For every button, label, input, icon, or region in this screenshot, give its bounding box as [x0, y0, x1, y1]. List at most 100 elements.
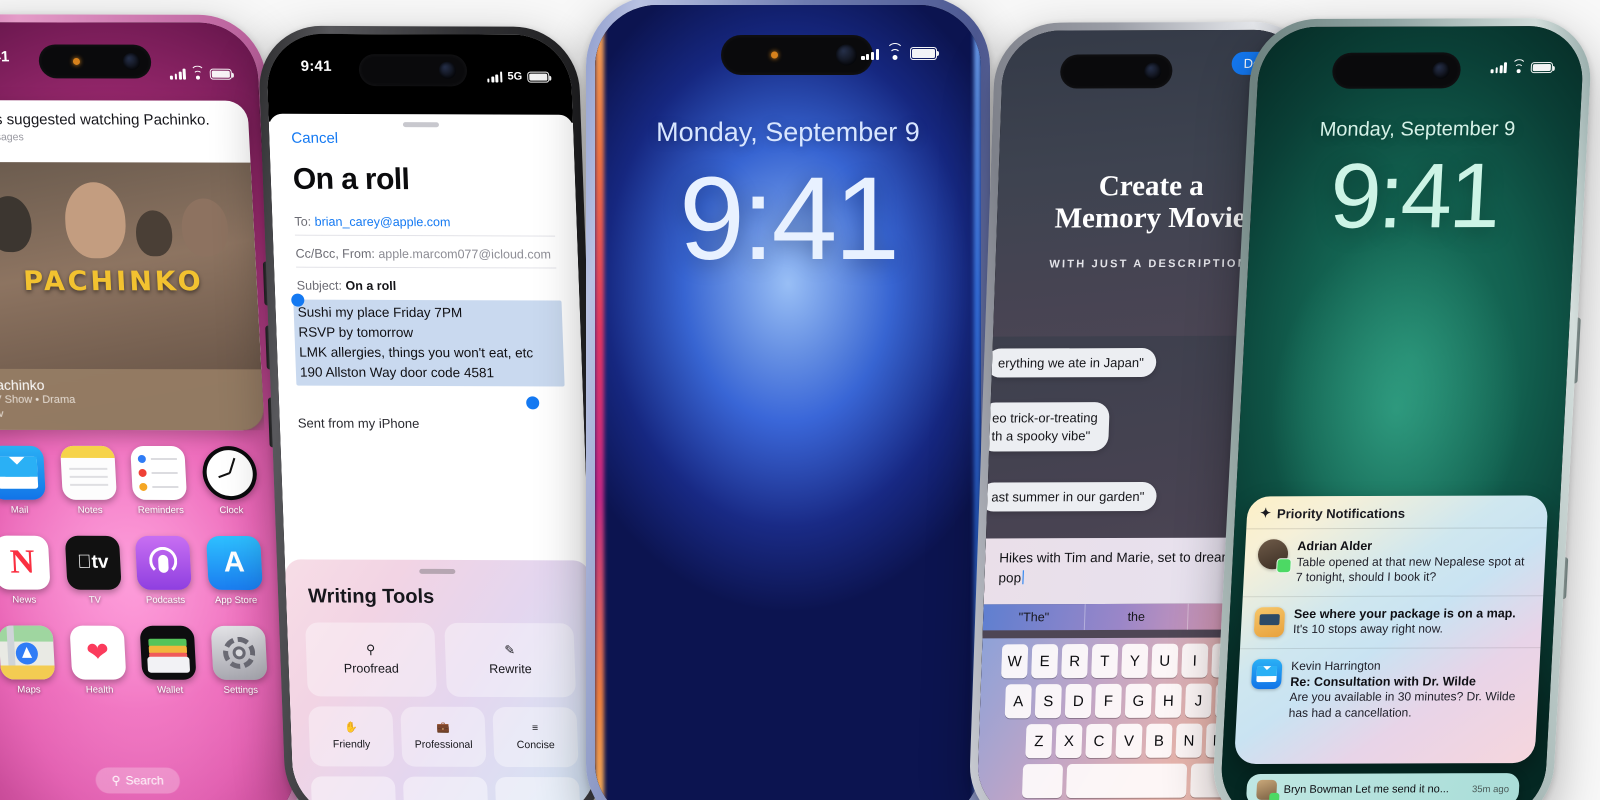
camera-indicator-dot	[72, 57, 80, 65]
phone2-screen: 9:41 5G Cancel On a roll To: brian_carey…	[265, 33, 599, 800]
notification-item[interactable]: Adrian Alder Table opened at that new Ne…	[1242, 528, 1547, 598]
mail-subject-row[interactable]: Subject: On a roll	[297, 279, 558, 300]
app-icon-tv[interactable]: tv TV	[56, 535, 130, 606]
priority-notifications-card[interactable]: ✦ Priority Notifications Adrian Alder Ta…	[1233, 495, 1549, 765]
key-T[interactable]: T	[1091, 643, 1119, 678]
cellular-bars-icon	[170, 68, 187, 80]
key-A[interactable]: A	[1004, 684, 1032, 719]
messages-badge-icon	[1276, 558, 1292, 574]
phone5-frame: Monday, September 9 9:41 ✦ Priority Noti…	[1210, 17, 1594, 800]
mail-body[interactable]: Sushi my place Friday 7PM RSVP by tomorr…	[275, 293, 584, 432]
key-V[interactable]: V	[1115, 723, 1143, 758]
notification-sender: Kevin Harrington	[1290, 658, 1382, 674]
extra-tool-button[interactable]	[402, 776, 489, 800]
key-D[interactable]: D	[1064, 683, 1092, 719]
cancel-button[interactable]: Cancel	[291, 130, 552, 148]
phone1-bezel: 9:41 Luis suggested watching Pachinko. M…	[0, 22, 298, 800]
concise-button[interactable]: ≡ Concise	[492, 706, 579, 768]
rewrite-label: Rewrite	[488, 661, 532, 676]
suggestion-bubble[interactable]: erything we ate in Japan"	[985, 348, 1157, 378]
professional-label: Professional	[414, 738, 473, 751]
reminders-icon	[130, 445, 188, 501]
app-label: Maps	[17, 684, 41, 696]
widget-title: Pachinko	[0, 376, 45, 393]
professional-button[interactable]: 💼 Professional	[400, 706, 487, 767]
phone3-bezel: Monday, September 9 9:41	[595, 5, 981, 800]
app-label: App Store	[214, 594, 258, 606]
key-G[interactable]: G	[1124, 683, 1152, 718]
prediction-option[interactable]: the	[1085, 603, 1189, 631]
app-icon-podcasts[interactable]: Podcasts	[127, 535, 201, 606]
battery-icon	[209, 68, 233, 80]
settings-icon	[210, 625, 268, 680]
extra-tool-button[interactable]	[494, 776, 581, 800]
artwork-figure	[0, 196, 33, 253]
suggestion-bubble[interactable]: eo trick-or-treating th a spooky vibe"	[978, 402, 1111, 452]
key-H[interactable]: H	[1154, 683, 1182, 718]
battery-icon	[910, 47, 940, 60]
app-icon-clock[interactable]: Clock	[193, 446, 267, 516]
key-X[interactable]: X	[1055, 723, 1083, 759]
app-label: Notes	[77, 504, 103, 516]
collapsed-notification[interactable]: Bryn Bowman Let me send it no... 35m ago	[1245, 773, 1520, 800]
notifications-header-label: Priority Notifications	[1276, 505, 1406, 521]
proofread-button[interactable]: ⚲ Proofread	[305, 622, 437, 697]
mail-to-row[interactable]: To: brian_carey@apple.com	[294, 214, 556, 237]
numbers-key[interactable]	[1021, 764, 1064, 799]
dynamic-island	[721, 35, 873, 75]
rewrite-button[interactable]: ✎ Rewrite	[444, 622, 577, 698]
key-I[interactable]: I	[1181, 643, 1209, 678]
app-icon-settings[interactable]: Settings	[202, 625, 276, 696]
key-R[interactable]: R	[1061, 644, 1089, 679]
amazon-app-icon	[1253, 606, 1286, 637]
key-C[interactable]: C	[1085, 723, 1113, 758]
app-icon-maps[interactable]: Maps	[0, 625, 65, 695]
key-F[interactable]: F	[1094, 683, 1122, 718]
selection-handle-end[interactable]	[525, 396, 540, 410]
lock-screen-date: Monday, September 9	[1319, 118, 1516, 141]
suggestion-bubble[interactable]: ast summer in our garden"	[978, 481, 1157, 512]
health-icon: ❤	[69, 625, 127, 680]
key-S[interactable]: S	[1034, 684, 1062, 719]
network-type-label: 5G	[507, 70, 523, 83]
notification-item[interactable]: Kevin Harrington Re: Consultation with D…	[1236, 648, 1541, 731]
app-icon-news[interactable]: N News	[0, 535, 60, 606]
search-button[interactable]: ⚲ Search	[95, 767, 181, 794]
body-line: RSVP by tomorrow	[298, 324, 414, 340]
key-N[interactable]: N	[1175, 723, 1203, 758]
app-icon-health[interactable]: ❤ Health	[61, 625, 135, 696]
mail-icon	[0, 445, 47, 500]
artwork-figure	[63, 182, 128, 259]
app-icon-reminders[interactable]: Reminders	[122, 445, 196, 516]
key-E[interactable]: E	[1031, 644, 1059, 679]
app-icon-app-store[interactable]: A App Store	[197, 535, 271, 606]
key-U[interactable]: U	[1151, 643, 1179, 678]
wifi-icon	[190, 65, 206, 80]
friendly-button[interactable]: ✋ Friendly	[308, 706, 395, 767]
phone-blue-lock-screen: Monday, September 9 9:41	[586, 0, 990, 800]
key-W[interactable]: W	[1001, 644, 1029, 679]
key-J[interactable]: J	[1184, 683, 1213, 718]
cc-label: Cc/Bcc, From:	[295, 246, 376, 261]
app-icon-wallet[interactable]: Wallet	[132, 625, 206, 696]
app-icon-mail[interactable]: Mail	[0, 445, 55, 516]
notification-item[interactable]: See where your package is on a map. It's…	[1239, 596, 1544, 650]
messages-suggestion-widget[interactable]: Luis suggested watching Pachinko. Messag…	[0, 100, 265, 431]
body-line: LMK allergies, things you won't eat, etc	[298, 344, 534, 361]
key-B[interactable]: B	[1145, 723, 1173, 758]
app-icon-notes[interactable]: Notes	[52, 445, 126, 516]
status-icons	[1490, 59, 1554, 74]
lock-screen-time: 9:41	[679, 153, 900, 285]
selection-handle-start[interactable]	[291, 293, 305, 307]
key-Z[interactable]: Z	[1025, 724, 1053, 759]
panel-grabber[interactable]	[419, 568, 456, 574]
status-time: 9:41	[0, 48, 10, 66]
sheet-grabber[interactable]	[402, 122, 440, 128]
extra-tool-button[interactable]	[310, 776, 397, 800]
wave-hand-icon: ✋	[344, 721, 358, 734]
mail-cc-row[interactable]: Cc/Bcc, From: apple.marcom077@icloud.com	[295, 246, 557, 269]
subject-label: Subject:	[296, 278, 343, 293]
key-Y[interactable]: Y	[1121, 643, 1149, 678]
space-key[interactable]	[1065, 763, 1188, 798]
prediction-option[interactable]: "The"	[982, 604, 1087, 631]
